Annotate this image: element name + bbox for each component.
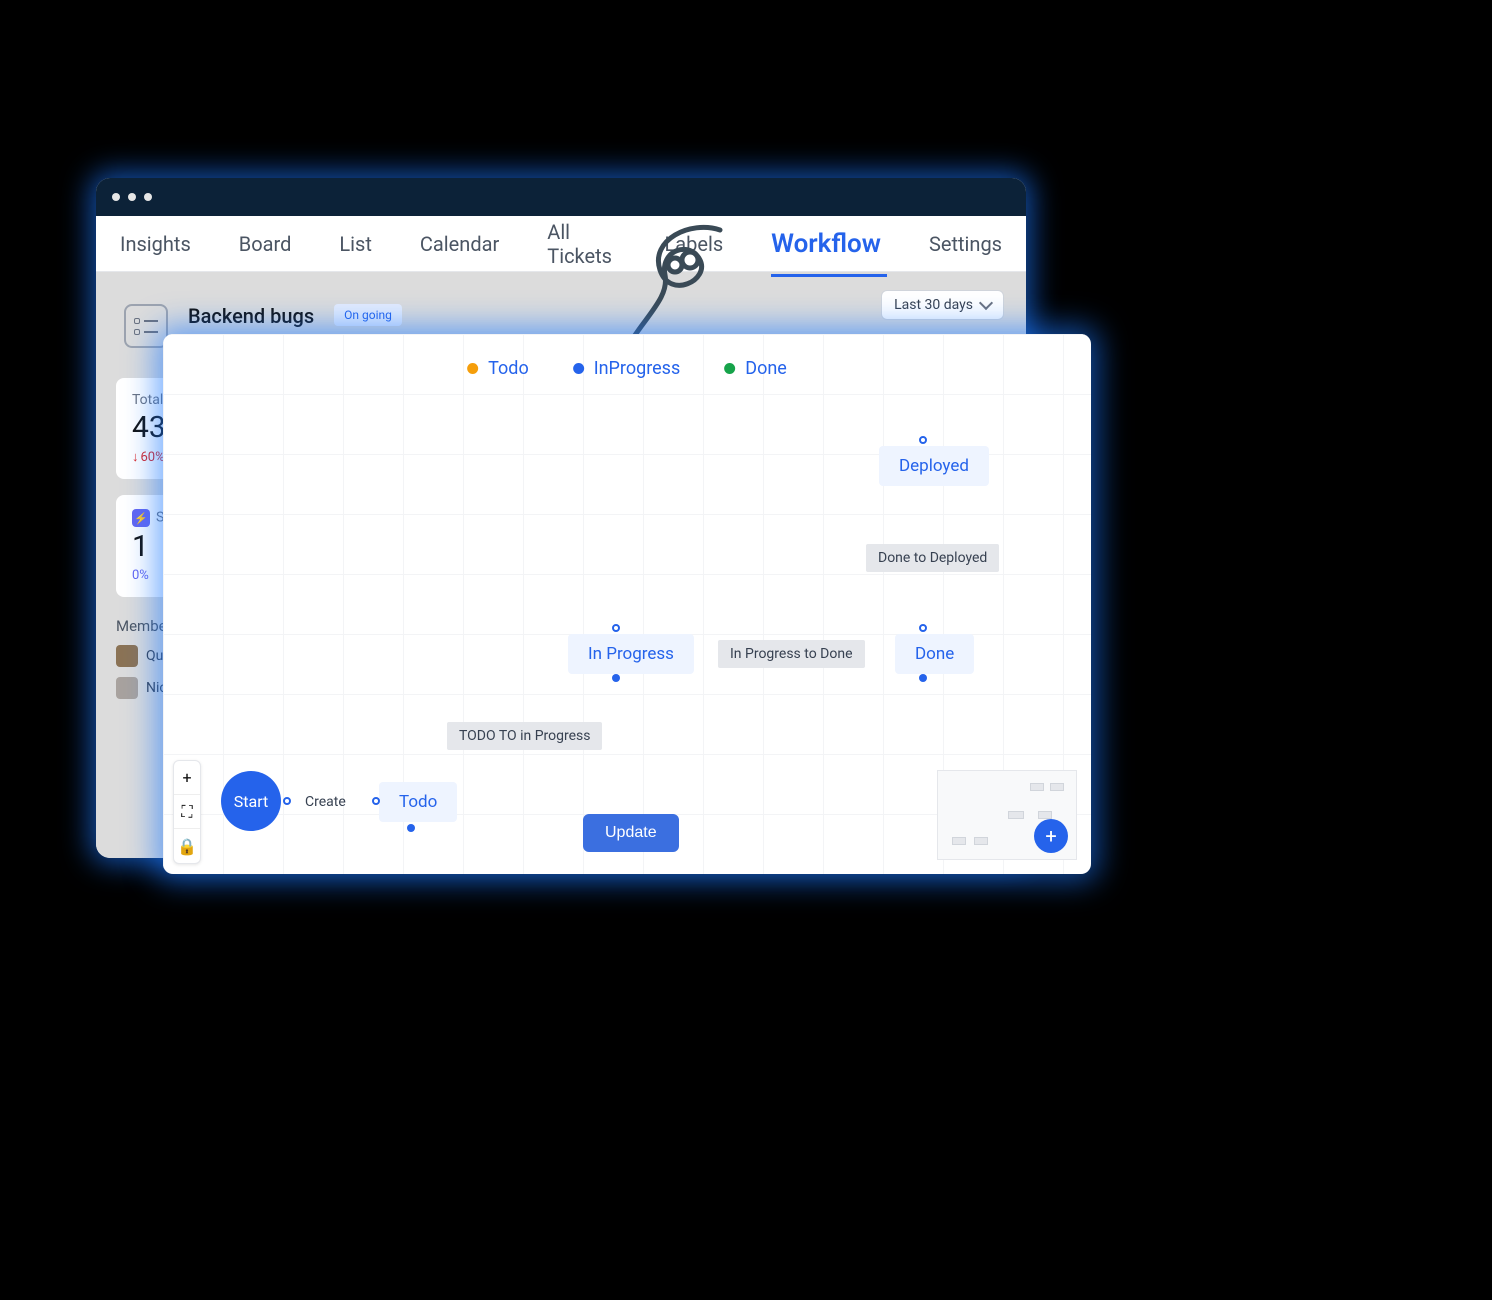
- node-port[interactable]: [612, 674, 620, 682]
- project-title: Backend bugs: [188, 304, 314, 328]
- member-name: Qu: [146, 648, 163, 664]
- workflow-editor-panel: Todo InProgress Done: [163, 334, 1091, 874]
- date-range-select[interactable]: Last 30 days: [881, 290, 1004, 320]
- dot-icon: [467, 363, 478, 374]
- legend-label: Todo: [488, 358, 529, 379]
- zoom-in-button[interactable]: +: [174, 761, 200, 795]
- arrow-down-icon: ↓: [132, 449, 139, 465]
- node-done[interactable]: Done: [895, 634, 974, 674]
- tab-settings[interactable]: Settings: [929, 232, 1002, 256]
- window-dot-icon: [144, 193, 152, 201]
- legend-item-done: Done: [724, 358, 787, 379]
- nav-tabs: Insights Board List Calendar All Tickets…: [96, 216, 1026, 272]
- date-range-label: Last 30 days: [894, 297, 973, 313]
- window-dot-icon: [112, 193, 120, 201]
- avatar: [116, 677, 138, 699]
- tab-workflow[interactable]: Workflow: [771, 229, 881, 259]
- node-port[interactable]: [283, 797, 291, 805]
- tab-list[interactable]: List: [339, 232, 372, 256]
- zoom-lock-button[interactable]: 🔒: [174, 829, 200, 863]
- legend-item-inprogress: InProgress: [573, 358, 681, 379]
- bolt-icon: ⚡: [132, 509, 150, 527]
- edge-label-todo-inprogress[interactable]: TODO TO in Progress: [447, 722, 602, 750]
- legend-label: Done: [745, 358, 787, 379]
- edge-label-create[interactable]: Create: [301, 792, 350, 812]
- node-port[interactable]: [919, 674, 927, 682]
- edge-label-done-deployed[interactable]: Done to Deployed: [866, 544, 999, 572]
- status-badge: On going: [334, 304, 402, 326]
- node-port[interactable]: [407, 824, 415, 832]
- legend-item-todo: Todo: [467, 358, 529, 379]
- avatar: [116, 645, 138, 667]
- node-port[interactable]: [372, 797, 380, 805]
- chevron-down-icon: [979, 296, 993, 310]
- node-port[interactable]: [919, 624, 927, 632]
- add-node-button[interactable]: +: [1034, 819, 1068, 853]
- zoom-fit-button[interactable]: ⛶: [174, 795, 200, 829]
- status-legend: Todo InProgress Done: [467, 358, 787, 379]
- tab-board[interactable]: Board: [239, 232, 292, 256]
- tab-calendar[interactable]: Calendar: [420, 232, 499, 256]
- dot-icon: [573, 363, 584, 374]
- node-inprogress[interactable]: In Progress: [568, 634, 694, 674]
- tab-insights[interactable]: Insights: [120, 232, 191, 256]
- legend-label: InProgress: [594, 358, 681, 379]
- metric-delta-text: 60%: [141, 450, 165, 465]
- checklist-icon: [124, 304, 168, 348]
- window-dot-icon: [128, 193, 136, 201]
- node-port[interactable]: [612, 624, 620, 632]
- minimap[interactable]: +: [937, 770, 1077, 860]
- tab-labels[interactable]: Labels: [664, 232, 723, 256]
- update-button[interactable]: Update: [583, 814, 679, 852]
- node-port[interactable]: [919, 436, 927, 444]
- node-todo[interactable]: Todo: [379, 782, 457, 822]
- dot-icon: [724, 363, 735, 374]
- node-deployed[interactable]: Deployed: [879, 446, 989, 486]
- tab-all-tickets[interactable]: All Tickets: [547, 220, 616, 268]
- edge-label-inprogress-done[interactable]: In Progress to Done: [718, 640, 865, 668]
- window-titlebar: [96, 178, 1026, 216]
- node-start[interactable]: Start: [221, 771, 281, 831]
- zoom-controls: + ⛶ 🔒: [173, 760, 201, 864]
